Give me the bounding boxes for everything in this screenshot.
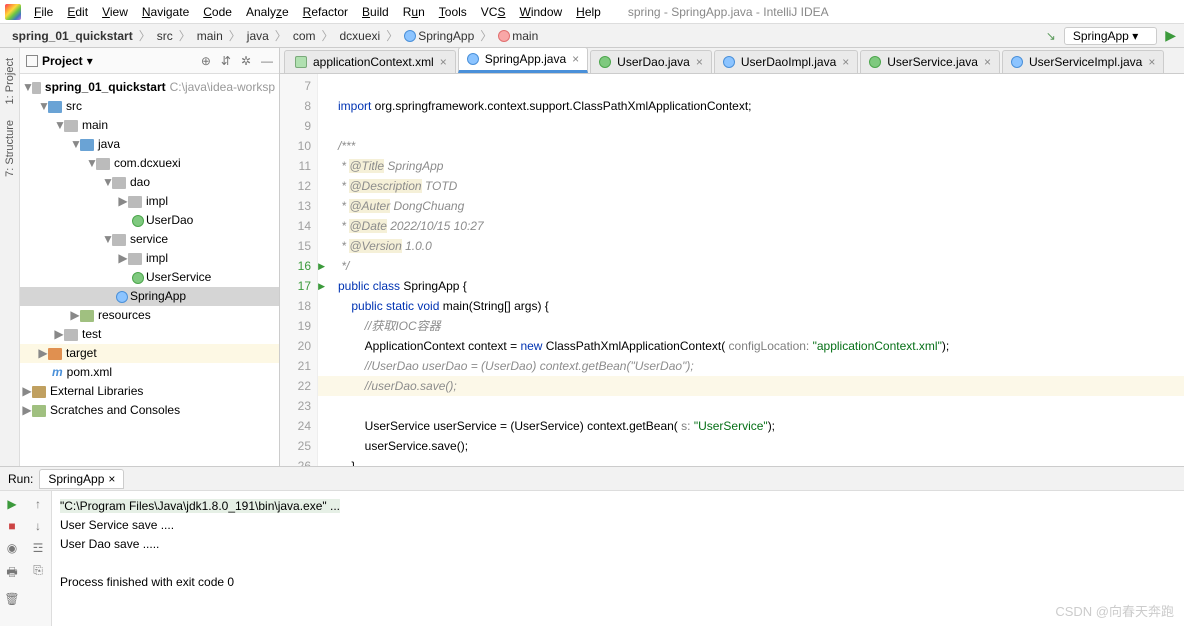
left-toolbar: 1: Project 7: Structure [0, 48, 20, 466]
menu-window[interactable]: Window [512, 3, 569, 21]
watermark: CSDN @向春天奔跑 [1055, 601, 1174, 620]
close-icon[interactable]: × [1148, 55, 1155, 69]
class-icon [467, 53, 479, 65]
menu-tools[interactable]: Tools [432, 3, 474, 21]
menu-run[interactable]: Run [396, 3, 432, 21]
tree-row-springapp: SpringApp [20, 287, 279, 306]
close-icon[interactable]: × [572, 52, 579, 66]
breadcrumb-item[interactable]: spring_01_quickstart [8, 28, 137, 44]
breadcrumb-item[interactable]: java [243, 28, 273, 44]
run-tab[interactable]: SpringApp × [39, 469, 124, 489]
navbar: spring_01_quickstart〉 src〉 main〉 java〉 c… [0, 24, 1184, 48]
breadcrumb-item[interactable]: src [153, 28, 177, 44]
project-tree[interactable]: ▼spring_01_quickstartC:\java\idea-worksp… [20, 74, 279, 466]
close-icon[interactable]: × [108, 472, 115, 486]
breadcrumbs: spring_01_quickstart〉 src〉 main〉 java〉 c… [8, 27, 542, 44]
menubar: File Edit View Navigate Code Analyze Ref… [0, 0, 1184, 24]
hide-icon[interactable]: — [261, 54, 273, 68]
settings-icon[interactable]: ✲ [241, 54, 251, 68]
project-panel: Project ▾ ⊕ ⇵ ✲ — ▼spring_01_quickstartC… [20, 48, 280, 466]
exit-icon[interactable]: ⎘ [30, 563, 46, 584]
print-icon[interactable]: 🖶 [4, 563, 20, 584]
run-panel: Run: SpringApp × ▶ ↑ ■ ↓ ◉ ☲ 🖶 ⎘ 🗑 "C:\P… [0, 466, 1184, 626]
xml-icon [295, 56, 307, 68]
menu-code[interactable]: Code [196, 3, 239, 21]
stop-icon[interactable]: ■ [4, 519, 20, 533]
editor-tabs: applicationContext.xml× SpringApp.java× … [280, 48, 1184, 74]
menu-analyze[interactable]: Analyze [239, 3, 296, 21]
menu-view[interactable]: View [95, 3, 135, 21]
close-icon[interactable]: × [696, 55, 703, 69]
breadcrumb-item[interactable]: main [494, 28, 542, 44]
menu-help[interactable]: Help [569, 3, 608, 21]
run-label: Run: [8, 472, 33, 486]
down-icon[interactable]: ↓ [30, 519, 46, 533]
console-output[interactable]: "C:\Program Files\Java\jdk1.8.0_191\bin\… [52, 491, 1184, 626]
close-icon[interactable]: × [440, 55, 447, 69]
sidebar-tab-project[interactable]: 1: Project [2, 52, 18, 110]
run-config-selector[interactable]: SpringApp ▾ [1064, 27, 1157, 45]
camera-icon[interactable]: ◉ [4, 541, 20, 555]
menu-vcs[interactable]: VCS [474, 3, 513, 21]
menu-refactor[interactable]: Refactor [296, 3, 355, 21]
breadcrumb-item[interactable]: dcxuexi [336, 28, 385, 44]
editor-tab[interactable]: UserServiceImpl.java× [1002, 50, 1164, 73]
sidebar-tab-structure[interactable]: 7: Structure [2, 114, 18, 183]
class-icon [1011, 56, 1023, 68]
project-icon [26, 55, 38, 67]
editor-tab[interactable]: applicationContext.xml× [284, 50, 456, 73]
project-label: Project [42, 54, 83, 68]
breadcrumb-item[interactable]: main [193, 28, 227, 44]
editor-tab[interactable]: SpringApp.java× [458, 48, 588, 73]
build-icon[interactable]: ↘ [1046, 29, 1056, 43]
breadcrumb-item[interactable]: SpringApp [400, 28, 478, 44]
method-icon [498, 30, 510, 42]
menu-edit[interactable]: Edit [60, 3, 95, 21]
breadcrumb-item[interactable]: com [289, 28, 320, 44]
window-title: spring - SpringApp.java - IntelliJ IDEA [628, 5, 829, 19]
interface-icon [869, 56, 881, 68]
editor-tab[interactable]: UserDaoImpl.java× [714, 50, 858, 73]
interface-icon [599, 56, 611, 68]
class-icon [116, 291, 128, 303]
app-logo-icon [5, 4, 21, 20]
run-toolbar: ▶ ↑ ■ ↓ ◉ ☲ 🖶 ⎘ 🗑 [0, 491, 52, 626]
locate-icon[interactable]: ⊕ [201, 54, 211, 68]
menu-file[interactable]: File [27, 3, 60, 21]
rerun-icon[interactable]: ▶ [4, 497, 20, 511]
layout-icon[interactable]: ☲ [30, 541, 46, 555]
code-content[interactable]: import org.springframework.context.suppo… [318, 74, 1184, 466]
menu-build[interactable]: Build [355, 3, 396, 21]
up-icon[interactable]: ↑ [30, 497, 46, 511]
editor-tab[interactable]: UserService.java× [860, 50, 1000, 73]
code-editor[interactable]: 789101112131415 1617181920212223242526 i… [280, 74, 1184, 466]
close-icon[interactable]: × [842, 55, 849, 69]
class-icon [723, 56, 735, 68]
interface-icon [132, 215, 144, 227]
editor-tab[interactable]: UserDao.java× [590, 50, 712, 73]
menu-navigate[interactable]: Navigate [135, 3, 196, 21]
expand-icon[interactable]: ⇵ [221, 54, 231, 68]
run-button-icon[interactable]: ▶ [1165, 27, 1176, 44]
close-icon[interactable]: × [984, 55, 991, 69]
interface-icon [132, 272, 144, 284]
trash-icon[interactable]: 🗑 [4, 592, 20, 606]
line-gutter: 789101112131415 1617181920212223242526 [280, 74, 318, 466]
class-icon [404, 30, 416, 42]
